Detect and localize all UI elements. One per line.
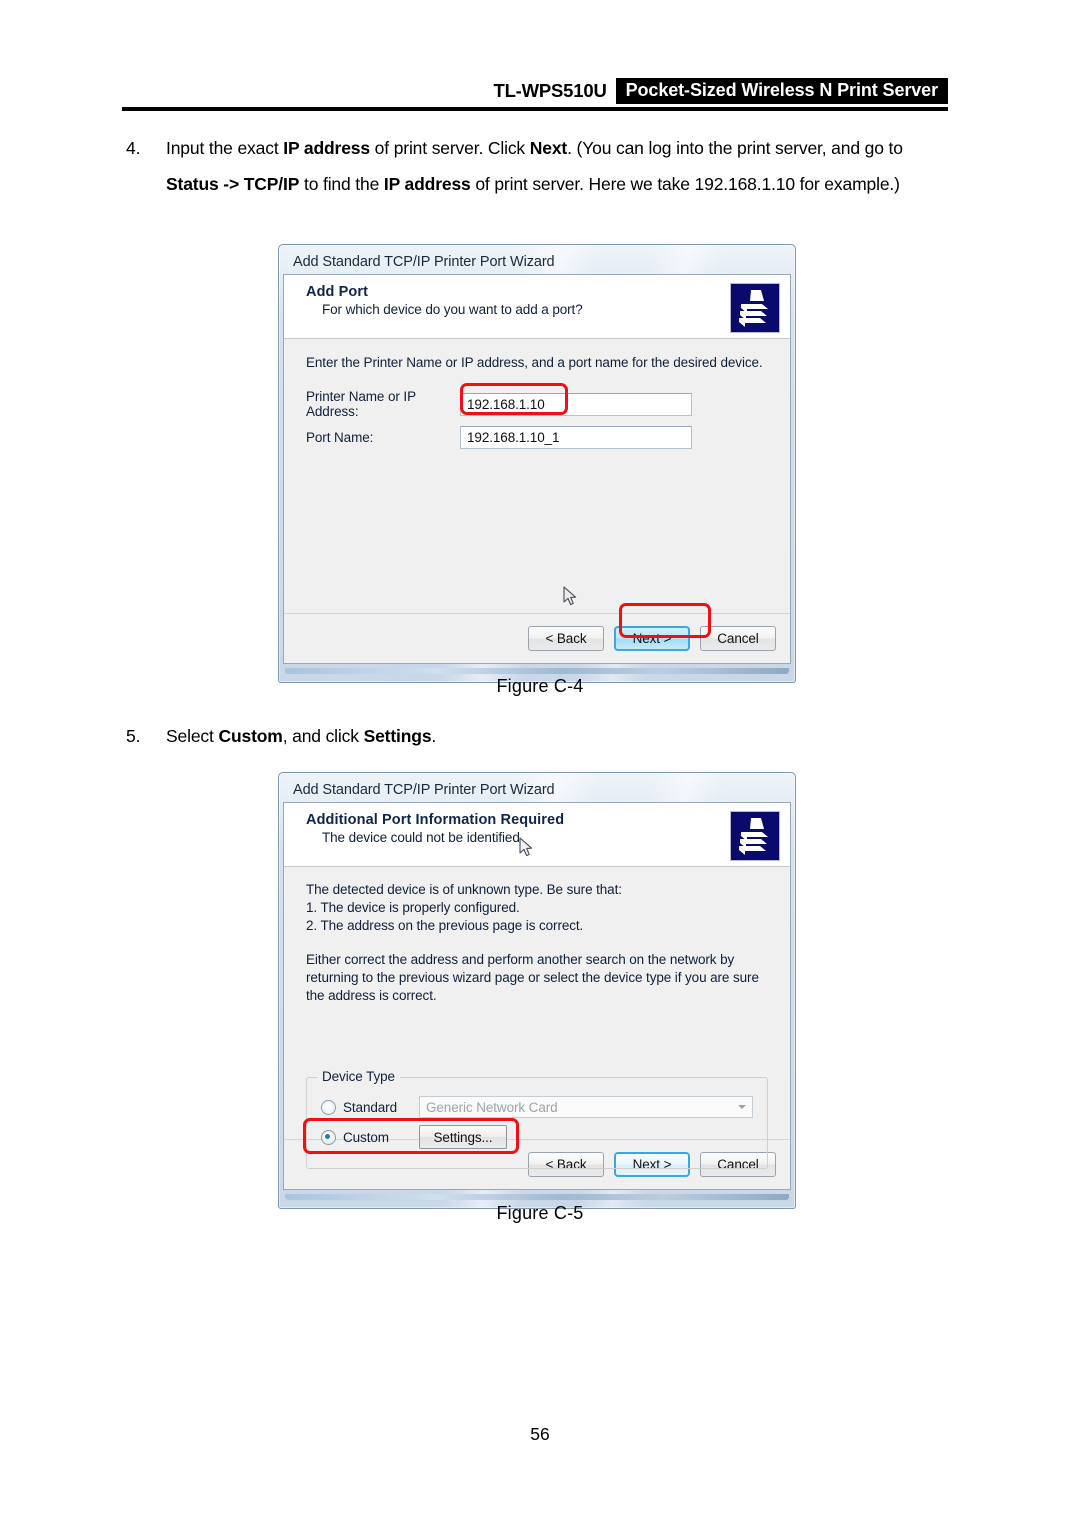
dialog-body: Add Port For which device do you want to… — [283, 274, 791, 664]
header-model-name: TL-WPS510U — [493, 80, 607, 101]
window-bottom-glass — [285, 1194, 789, 1200]
warning-line: 1. The device is properly configured. — [306, 900, 520, 915]
page-number: 56 — [530, 1424, 550, 1444]
step-text: Input the exact IP address of print serv… — [166, 138, 903, 194]
port-name-input[interactable]: 192.168.1.10_1 — [460, 425, 692, 449]
field-row-port-name: Port Name: 192.168.1.10_1 — [306, 425, 768, 449]
dialog-banner: Add Port For which device do you want to… — [284, 275, 790, 339]
header-rule — [122, 107, 948, 111]
banner-title: Add Port — [306, 284, 369, 300]
custom-label: Custom — [343, 1129, 389, 1145]
page-header: TL-WPS510U Pocket-Sized Wireless N Print… — [122, 78, 948, 112]
dialog-titlebar: Add Standard TCP/IP Printer Port Wizard — [293, 253, 555, 270]
radio-row-custom[interactable]: Custom Settings... — [321, 1124, 753, 1150]
warning-line: 2. The address on the previous page is c… — [306, 918, 584, 933]
dialog-instruction: Enter the Printer Name or IP address, an… — [306, 355, 763, 370]
field-label: Port Name: — [306, 429, 374, 445]
step-item-5: 5. Select Custom, and click Settings. — [122, 718, 950, 754]
printer-name-or-ip-input[interactable]: 192.168.1.10 — [460, 392, 692, 416]
banner-subtitle: For which device do you want to add a po… — [322, 302, 583, 317]
chevron-down-icon — [738, 1105, 746, 1109]
dialog-banner: Additional Port Information Required The… — [284, 803, 790, 867]
header-tagline: Pocket-Sized Wireless N Print Server — [615, 78, 948, 104]
field-label: Printer Name or IP Address: — [306, 389, 416, 419]
radio-row-standard[interactable]: Standard Generic Network Card — [321, 1094, 753, 1120]
settings-button[interactable]: Settings... — [419, 1125, 507, 1149]
dialog-content: The detected device is of unknown type. … — [284, 867, 790, 1169]
dialog-titlebar: Add Standard TCP/IP Printer Port Wizard — [293, 781, 555, 798]
custom-radio-button[interactable] — [321, 1129, 336, 1145]
dialog-body: Additional Port Information Required The… — [283, 802, 791, 1190]
next-button[interactable]: Next > — [614, 626, 690, 651]
standard-radio-button[interactable] — [321, 1099, 336, 1115]
cancel-button[interactable]: Cancel — [700, 626, 776, 651]
step-number: 5. — [126, 726, 141, 746]
device-type-dropdown[interactable]: Generic Network Card — [419, 1096, 753, 1118]
banner-subtitle: The device could not be identified. — [322, 830, 524, 845]
back-button[interactable]: < Back — [528, 626, 604, 651]
standard-label: Standard — [343, 1099, 397, 1115]
mouse-pointer-icon — [563, 586, 578, 608]
field-row-printer-name: Printer Name or IP Address: 192.168.1.10 — [306, 389, 768, 419]
printer-icon — [730, 283, 780, 333]
figure-caption-c4: Figure C-4 — [496, 676, 584, 696]
window-bottom-glass — [285, 668, 789, 674]
mouse-pointer-icon — [519, 837, 534, 859]
dialog-add-port[interactable]: Add Standard TCP/IP Printer Port Wizard … — [278, 244, 796, 683]
banner-title: Additional Port Information Required — [306, 812, 565, 828]
dialog-footer: < Back Next > Cancel — [284, 613, 790, 663]
dialog-warning-text: The detected device is of unknown type. … — [306, 881, 768, 935]
dropdown-selected-value: Generic Network Card — [426, 1099, 558, 1115]
dialog-additional-port-information[interactable]: Add Standard TCP/IP Printer Port Wizard … — [278, 772, 796, 1209]
step-item-4: 4. Input the exact IP address of print s… — [122, 130, 950, 202]
dialog-advice-paragraph: Either correct the address and perform a… — [306, 952, 759, 1003]
figure-caption-c5: Figure C-5 — [496, 1203, 584, 1223]
dialog-content: Enter the Printer Name or IP address, an… — [284, 339, 790, 613]
device-type-groupbox: Device Type Standard Generic Network Car… — [303, 1069, 768, 1169]
warning-line: The detected device is of unknown type. … — [306, 882, 622, 897]
printer-icon — [730, 811, 780, 861]
step-number: 4. — [126, 138, 141, 158]
groupbox-legend: Device Type — [317, 1069, 400, 1084]
step-text: Select Custom, and click Settings. — [166, 726, 437, 746]
